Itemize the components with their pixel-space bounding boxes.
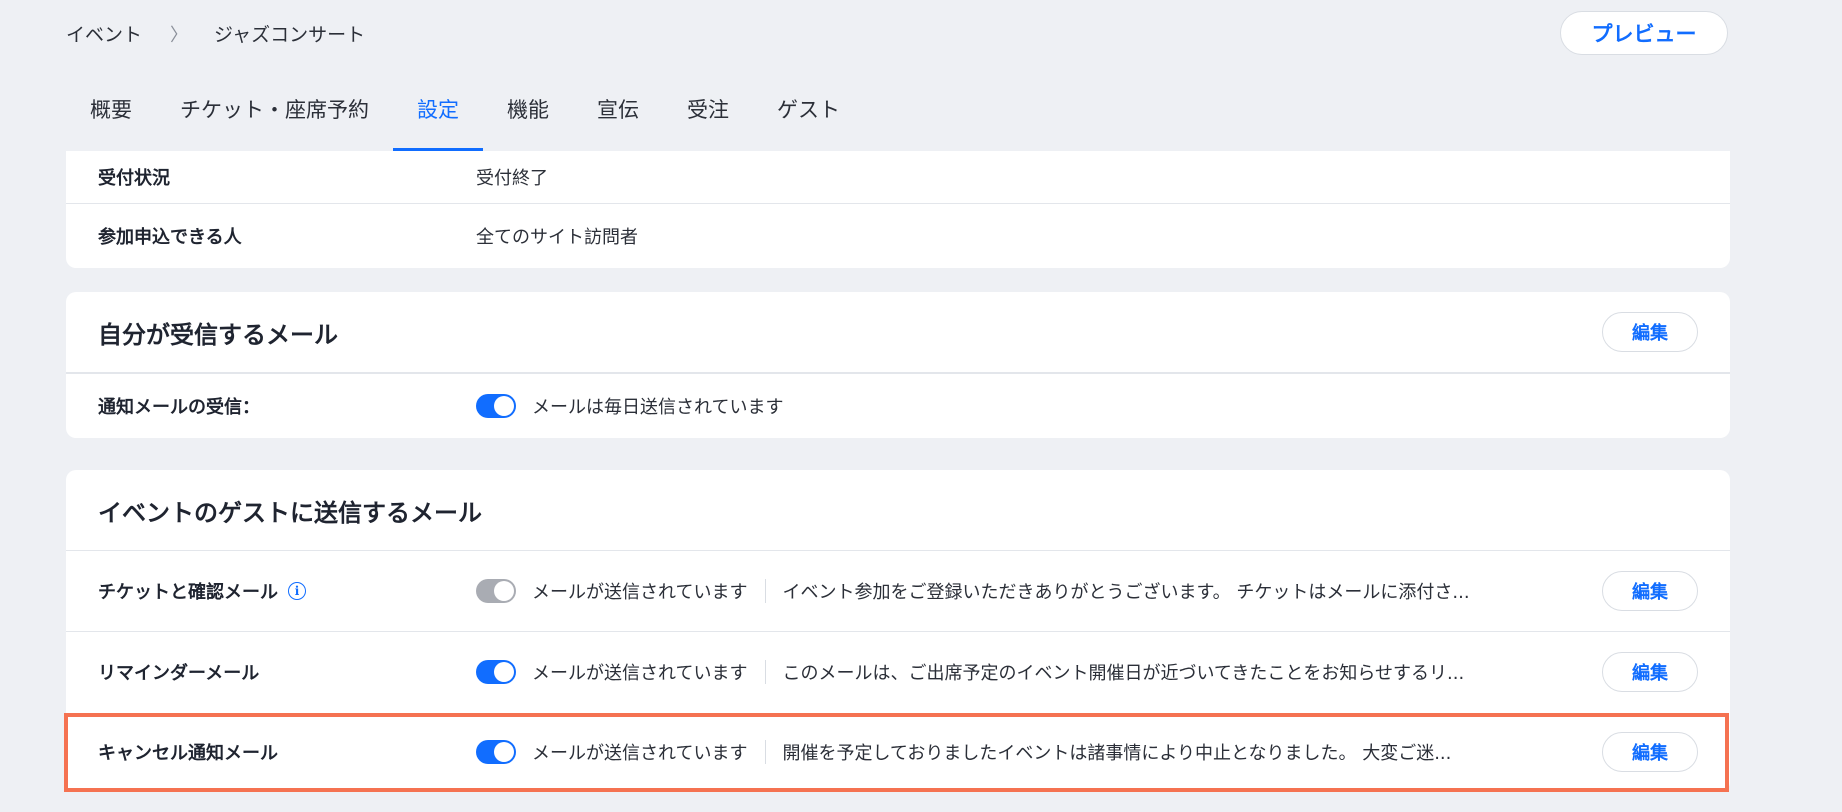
ticket-confirmation-label: チケットと確認メール	[98, 582, 278, 603]
toggle-knob	[494, 742, 514, 762]
email-row-cancellation: キャンセル通知メール メールが送信されています 開催を予定しておりましたイベント…	[66, 712, 1730, 792]
preview-button[interactable]: プレビュー	[1560, 11, 1728, 55]
email-toggle-group: メールが送信されています 開催を予定しておりましたイベントは諸事情により中止とな…	[476, 739, 1451, 765]
notify-toggle[interactable]	[476, 394, 516, 418]
ticket-confirmation-toggle[interactable]	[476, 579, 516, 603]
email-status-text: メールが送信されています	[532, 663, 748, 684]
divider	[765, 579, 767, 603]
breadcrumb-parent-link[interactable]: イベント	[66, 20, 142, 47]
email-preview-text: イベント参加をご登録いただきありがとうございます。 チケットはメールに添付さ..…	[782, 582, 1470, 603]
email-status-text: メールが送信されています	[532, 582, 748, 603]
tab-orders[interactable]: 受注	[663, 80, 753, 152]
tab-promotion[interactable]: 宣伝	[573, 80, 663, 152]
guest-emails-card: イベントのゲストに送信するメール チケットと確認メール i メールが送信されてい…	[66, 470, 1730, 792]
email-row-reminder: リマインダーメール メールが送信されています このメールは、ご出席予定のイベント…	[66, 631, 1730, 712]
registration-status-row: 受付状況 受付終了	[66, 151, 1730, 203]
email-status-text: メールが送信されています	[532, 743, 748, 764]
ticket-confirmation-edit-button[interactable]: 編集	[1602, 571, 1698, 611]
tab-overview[interactable]: 概要	[66, 80, 156, 152]
settings-tabs: 概要 チケット・座席予約 設定 機能 宣伝 受注 ゲスト	[66, 80, 864, 152]
my-emails-card: 自分が受信するメール 編集 通知メールの受信： メールは毎日送信されています	[66, 292, 1730, 438]
cancellation-toggle[interactable]	[476, 740, 516, 764]
registration-who-row: 参加申込できる人 全てのサイト訪問者	[66, 203, 1730, 268]
breadcrumb: イベント 〉 ジャズコンサート	[66, 20, 365, 47]
tab-settings[interactable]: 設定	[393, 80, 483, 152]
email-preview-text: このメールは、ご出席予定のイベント開催日が近づいてきたことをお知らせするリ...	[782, 663, 1465, 684]
divider	[765, 660, 767, 684]
email-row-label: チケットと確認メール i	[98, 578, 306, 604]
email-row-ticket-confirmation: チケットと確認メール i メールが送信されています イベント参加をご登録いただき…	[66, 550, 1730, 631]
my-emails-title: 自分が受信するメール	[98, 320, 338, 349]
toggle-knob	[494, 662, 514, 682]
email-toggle-group: メールが送信されています このメールは、ご出席予定のイベント開催日が近づいてきた…	[476, 659, 1464, 685]
tab-tickets-seating[interactable]: チケット・座席予約	[156, 80, 393, 152]
my-emails-header: 自分が受信するメール 編集	[66, 292, 1730, 372]
email-preview-text: 開催を予定しておりましたイベントは諸事情により中止となりました。 大変ご迷...	[782, 743, 1452, 764]
tab-guests[interactable]: ゲスト	[753, 80, 864, 152]
toggle-knob	[494, 581, 514, 601]
registration-who-label: 参加申込できる人	[98, 227, 242, 248]
registration-card: 受付状況 受付終了 参加申込できる人 全てのサイト訪問者	[66, 151, 1730, 268]
notify-label: 通知メールの受信：	[98, 397, 260, 418]
tab-features[interactable]: 機能	[483, 80, 573, 152]
cancellation-label: キャンセル通知メール	[98, 743, 278, 764]
divider	[765, 740, 767, 764]
reminder-edit-button[interactable]: 編集	[1602, 652, 1698, 692]
email-toggle-group: メールが送信されています イベント参加をご登録いただきありがとうございます。 チ…	[476, 578, 1470, 604]
registration-who-value: 全てのサイト訪問者	[476, 227, 638, 248]
notify-status-text: メールは毎日送信されています	[532, 397, 784, 418]
notify-toggle-group: メールは毎日送信されています	[476, 393, 783, 419]
guest-emails-header: イベントのゲストに送信するメール	[66, 470, 1730, 550]
my-emails-edit-button[interactable]: 編集	[1602, 312, 1698, 352]
reminder-toggle[interactable]	[476, 660, 516, 684]
guest-emails-title: イベントのゲストに送信するメール	[98, 498, 482, 527]
reminder-label: リマインダーメール	[98, 663, 260, 684]
registration-status-value: 受付終了	[476, 168, 548, 189]
toggle-knob	[494, 396, 514, 416]
registration-status-label: 受付状況	[98, 168, 170, 189]
chevron-right-icon: 〉	[170, 24, 189, 46]
info-icon[interactable]: i	[288, 582, 306, 600]
cancellation-edit-button[interactable]: 編集	[1602, 732, 1698, 772]
breadcrumb-current: ジャズコンサート	[214, 24, 366, 46]
notify-row: 通知メールの受信： メールは毎日送信されています	[66, 372, 1730, 438]
